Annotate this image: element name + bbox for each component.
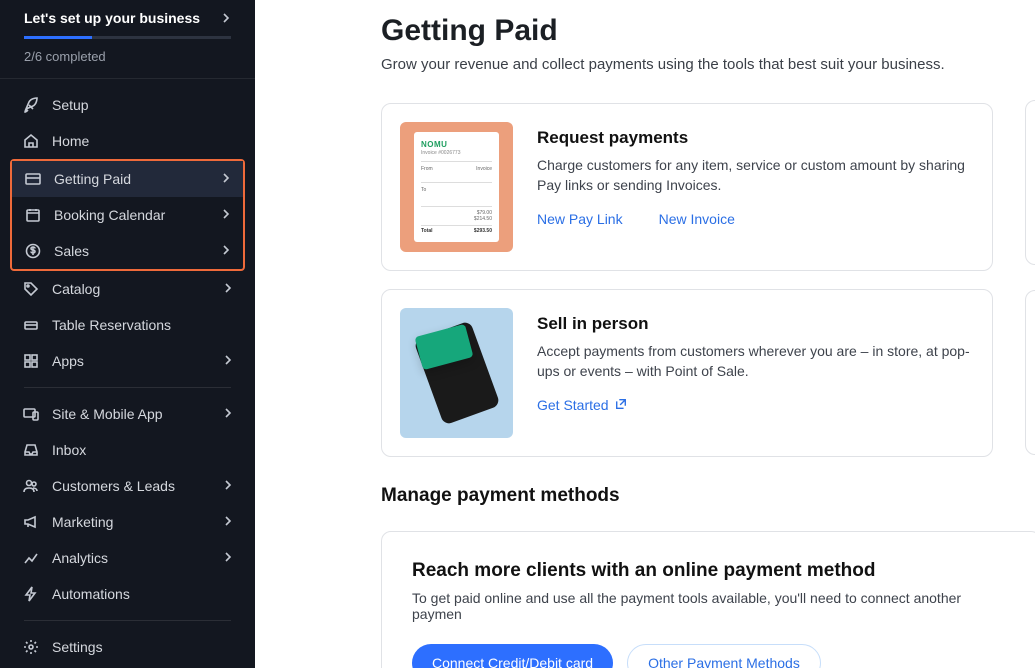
sidebar-item-table-reservations[interactable]: Table Reservations	[4, 307, 251, 343]
sidebar-item-setup[interactable]: Setup	[4, 87, 251, 123]
invoice-logo: NOMU	[421, 140, 492, 149]
card-thumb-pos	[400, 308, 513, 438]
nav-label: Getting Paid	[54, 171, 221, 187]
card-title: Request payments	[537, 128, 974, 148]
invoice-mock: NOMU Invoice #0026773 FromInvoice To $79…	[414, 132, 499, 242]
highlight-box: Getting Paid Booking Calendar Sales	[10, 159, 245, 271]
setup-title: Let's set up your business	[24, 10, 200, 26]
tag-icon	[22, 280, 40, 298]
nav-label: Customers & Leads	[52, 478, 223, 494]
nav-label: Setup	[52, 97, 233, 113]
card-icon	[24, 170, 42, 188]
link-label: Get Started	[537, 397, 609, 413]
side-card-stub	[1025, 100, 1035, 265]
nav: Setup Home Getting Paid Booking Calendar…	[0, 79, 255, 668]
card-body: Sell in person Accept payments from cust…	[537, 308, 974, 438]
invoice-sub: Invoice #0026773	[421, 150, 492, 156]
card-thumb-request: NOMU Invoice #0026773 FromInvoice To $79…	[400, 122, 513, 252]
sidebar-item-sales[interactable]: Sales	[12, 233, 243, 269]
sidebar-item-automations[interactable]: Automations	[4, 576, 251, 612]
methods-card: Reach more clients with an online paymen…	[381, 531, 1035, 668]
page-subtitle: Grow your revenue and collect payments u…	[381, 56, 1035, 73]
sidebar-item-booking-calendar[interactable]: Booking Calendar	[12, 197, 243, 233]
setup-box[interactable]: Let's set up your business 2/6 completed	[0, 0, 255, 79]
nav-label: Marketing	[52, 514, 223, 530]
divider	[24, 387, 231, 388]
main: Getting Paid Grow your revenue and colle…	[255, 0, 1035, 668]
progress-bar	[24, 36, 231, 39]
site-icon	[22, 405, 40, 423]
megaphone-icon	[22, 513, 40, 531]
nav-label: Booking Calendar	[54, 207, 221, 223]
divider	[24, 620, 231, 621]
rocket-icon	[22, 96, 40, 114]
other-methods-button[interactable]: Other Payment Methods	[627, 644, 821, 668]
nav-label: Site & Mobile App	[52, 406, 223, 422]
inbox-icon	[22, 441, 40, 459]
chevron-right-icon	[223, 354, 233, 368]
nav-label: Settings	[52, 639, 233, 655]
methods-title: Reach more clients with an online paymen…	[412, 560, 1010, 582]
progress-fill	[24, 36, 92, 39]
dollar-icon	[24, 242, 42, 260]
sidebar-item-marketing[interactable]: Marketing	[4, 504, 251, 540]
chevron-right-icon	[223, 282, 233, 296]
gear-icon	[22, 638, 40, 656]
chevron-right-icon	[221, 172, 231, 186]
sidebar-item-inbox[interactable]: Inbox	[4, 432, 251, 468]
chevron-right-icon	[221, 244, 231, 258]
card-desc: Charge customers for any item, service o…	[537, 156, 974, 195]
get-started-link[interactable]: Get Started	[537, 397, 627, 413]
bolt-icon	[22, 585, 40, 603]
calendar-icon	[24, 206, 42, 224]
side-card-stub	[1025, 290, 1035, 455]
chevron-right-icon	[223, 515, 233, 529]
external-link-icon	[615, 397, 627, 413]
nav-label: Analytics	[52, 550, 223, 566]
chevron-right-icon	[221, 208, 231, 222]
card-body: Request payments Charge customers for an…	[537, 122, 974, 252]
nav-label: Home	[52, 133, 233, 149]
sidebar-item-site-mobile[interactable]: Site & Mobile App	[4, 396, 251, 432]
table-icon	[22, 316, 40, 334]
sidebar-item-analytics[interactable]: Analytics	[4, 540, 251, 576]
setup-title-row[interactable]: Let's set up your business	[24, 10, 231, 26]
sidebar-item-catalog[interactable]: Catalog	[4, 271, 251, 307]
sidebar-item-settings[interactable]: Settings	[4, 629, 251, 665]
page-title: Getting Paid	[381, 14, 1035, 48]
chevron-right-icon	[221, 10, 231, 26]
card-request-payments: NOMU Invoice #0026773 FromInvoice To $79…	[381, 103, 993, 271]
sidebar-item-getting-paid[interactable]: Getting Paid	[12, 161, 243, 197]
home-icon	[22, 132, 40, 150]
nav-label: Apps	[52, 353, 223, 369]
nav-label: Sales	[54, 243, 221, 259]
sidebar-item-customers[interactable]: Customers & Leads	[4, 468, 251, 504]
methods-heading: Manage payment methods	[381, 485, 1035, 507]
card-sell-in-person: Sell in person Accept payments from cust…	[381, 289, 993, 457]
chevron-right-icon	[223, 479, 233, 493]
nav-label: Table Reservations	[52, 317, 233, 333]
nav-label: Inbox	[52, 442, 233, 458]
cards: NOMU Invoice #0026773 FromInvoice To $79…	[381, 103, 1035, 457]
chevron-right-icon	[223, 407, 233, 421]
apps-icon	[22, 352, 40, 370]
users-icon	[22, 477, 40, 495]
progress-text: 2/6 completed	[24, 49, 231, 64]
nav-label: Catalog	[52, 281, 223, 297]
connect-card-button[interactable]: Connect Credit/Debit card	[412, 644, 613, 668]
card-title: Sell in person	[537, 314, 974, 334]
methods-desc: To get paid online and use all the payme…	[412, 590, 1010, 622]
nav-label: Automations	[52, 586, 233, 602]
card-desc: Accept payments from customers wherever …	[537, 342, 974, 381]
chart-icon	[22, 549, 40, 567]
sidebar-item-apps[interactable]: Apps	[4, 343, 251, 379]
new-invoice-link[interactable]: New Invoice	[659, 211, 735, 227]
chevron-right-icon	[223, 551, 233, 565]
sidebar-item-home[interactable]: Home	[4, 123, 251, 159]
sidebar: Let's set up your business 2/6 completed…	[0, 0, 255, 668]
new-pay-link[interactable]: New Pay Link	[537, 211, 623, 227]
